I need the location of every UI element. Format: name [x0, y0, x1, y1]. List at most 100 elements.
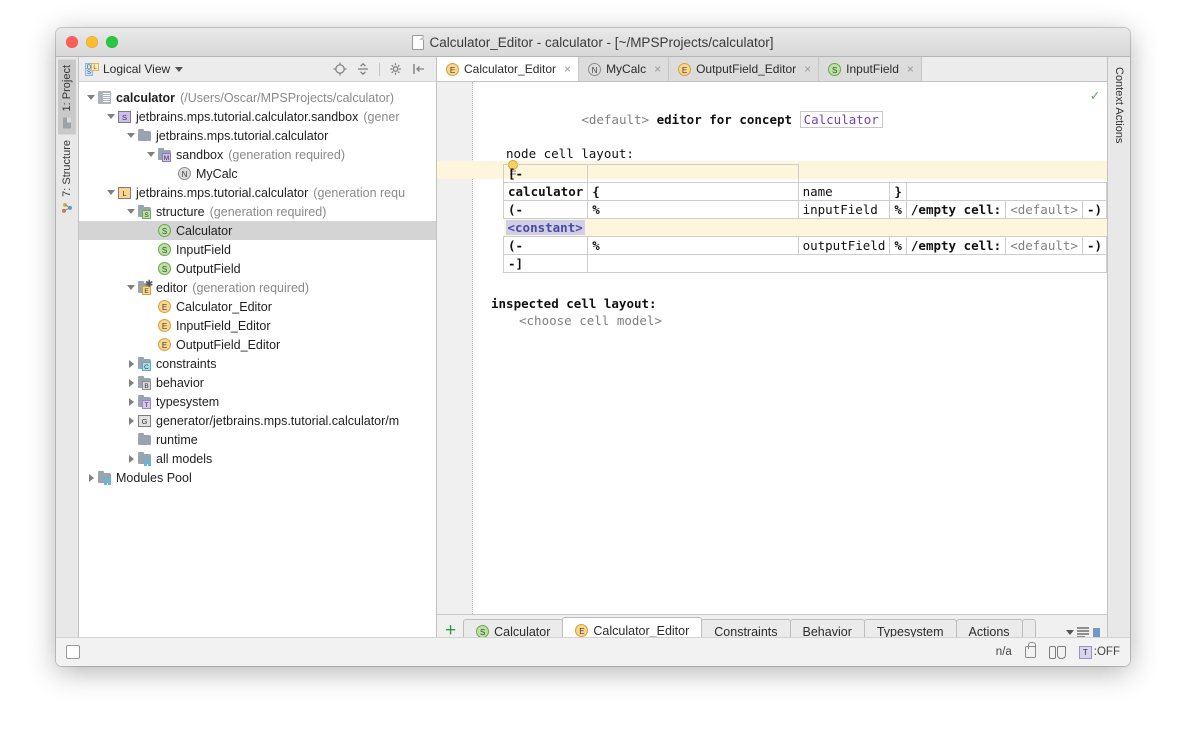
- chevron-right-icon[interactable]: [85, 468, 97, 487]
- output-paren-close-cell[interactable]: -): [1082, 237, 1106, 255]
- table-row[interactable]: [-: [504, 165, 1107, 183]
- chevron-down-icon[interactable]: [85, 88, 97, 107]
- minimize-window-button[interactable]: [86, 36, 98, 48]
- input-paren-open-cell[interactable]: (-: [504, 201, 588, 219]
- close-icon[interactable]: ×: [804, 62, 811, 76]
- input-pct-close-cell[interactable]: %: [890, 201, 907, 219]
- empty-box-icon[interactable]: [66, 645, 80, 659]
- tree-item-calculator-editor[interactable]: ECalculator_Editor: [79, 297, 436, 316]
- tree-item-behavior[interactable]: Bbehavior: [79, 373, 436, 392]
- tree-item-label: OutputField_Editor: [176, 338, 280, 352]
- tree-item-runtime[interactable]: runtime: [79, 430, 436, 449]
- hide-panel-icon[interactable]: [412, 62, 426, 76]
- open-bracket-cell[interactable]: [-: [504, 165, 588, 183]
- plug-icon[interactable]: [1049, 646, 1066, 659]
- tree-item-editor[interactable]: E✱editor(generation required): [79, 278, 436, 297]
- sidebar-tab-context-actions[interactable]: Context Actions: [1110, 61, 1128, 149]
- tree-item-inputfield-editor[interactable]: EInputField_Editor: [79, 316, 436, 335]
- tab-outputfield-editor[interactable]: EOutputField_Editor×: [669, 57, 819, 81]
- folder-s-icon: S: [137, 204, 152, 219]
- editor-content[interactable]: ✓ <default> editor for concept Calculato…: [473, 82, 1107, 614]
- view-chooser[interactable]: DSL Logical View: [85, 62, 183, 76]
- sidebar-tab-structure[interactable]: 7: Structure: [58, 134, 76, 220]
- tree-item-sandbox[interactable]: Msandbox(generation required): [79, 145, 436, 164]
- brace-open-cell[interactable]: {: [588, 183, 798, 201]
- output-pct-close-cell[interactable]: %: [890, 237, 907, 255]
- locate-icon[interactable]: [333, 62, 347, 76]
- chevron-right-icon[interactable]: [125, 373, 137, 392]
- input-empty-cell-label[interactable]: /empty cell:: [906, 201, 1005, 219]
- tree-item-structure[interactable]: Sstructure(generation required): [79, 202, 436, 221]
- chevron-right-icon[interactable]: [125, 411, 137, 430]
- output-pct-open-cell[interactable]: %: [588, 237, 798, 255]
- tree-item-mycalc[interactable]: NMyCalc: [79, 164, 436, 183]
- tab-inputfield[interactable]: SInputField×: [819, 57, 922, 81]
- table-row[interactable]: <constant>: [504, 219, 1107, 237]
- output-field-cell[interactable]: outputField: [798, 237, 890, 255]
- maximize-window-button[interactable]: [106, 36, 118, 48]
- constant-cell[interactable]: <constant>: [506, 220, 585, 235]
- close-bracket-cell[interactable]: -]: [504, 255, 588, 273]
- settings-gear-icon[interactable]: [389, 62, 403, 76]
- close-icon[interactable]: ×: [564, 62, 571, 76]
- chevron-right-icon[interactable]: [125, 354, 137, 373]
- tree-item-label: runtime: [156, 433, 198, 447]
- t-badge-icon: T: [1079, 646, 1092, 659]
- chevron-down-icon[interactable]: [105, 107, 117, 126]
- tree-item-modules-pool[interactable]: Modules Pool: [79, 468, 436, 487]
- tree-item-jetbrains-mps-tutorial-calculator[interactable]: Ljetbrains.mps.tutorial.calculator(gener…: [79, 183, 436, 202]
- tree-item-generator-jetbrains-mps-tutorial-calculator-m[interactable]: Ggenerator/jetbrains.mps.tutorial.calcul…: [79, 411, 436, 430]
- tree-arrow-placeholder: [165, 164, 177, 183]
- concept-name-cell[interactable]: Calculator: [800, 111, 883, 128]
- tree-item-inputfield[interactable]: SInputField: [79, 240, 436, 259]
- output-paren-open-cell[interactable]: (-: [504, 237, 588, 255]
- input-default-cell[interactable]: <default>: [1006, 201, 1083, 219]
- name-property-cell[interactable]: name: [798, 183, 890, 201]
- input-paren-close-cell[interactable]: -): [1082, 201, 1106, 219]
- model-m-icon: M: [157, 147, 172, 162]
- toggle-indicator[interactable]: T :OFF: [1079, 646, 1120, 659]
- brace-close-cell[interactable]: }: [890, 183, 907, 201]
- editor-pane[interactable]: ✓ <default> editor for concept Calculato…: [437, 82, 1107, 614]
- calculator-keyword-cell[interactable]: calculator: [504, 183, 588, 201]
- constant-cell-wrap[interactable]: <constant>: [504, 219, 1107, 237]
- tree-item-outputfield-editor[interactable]: EOutputField_Editor: [79, 335, 436, 354]
- close-icon[interactable]: ×: [654, 62, 661, 76]
- tree-item-jetbrains-mps-tutorial-calculator[interactable]: jetbrains.mps.tutorial.calculator: [79, 126, 436, 145]
- table-row[interactable]: calculator { name }: [504, 183, 1107, 201]
- chevron-right-icon[interactable]: [125, 392, 137, 411]
- sidebar-tab-project[interactable]: 1: Project: [58, 59, 76, 134]
- chevron-down-icon[interactable]: [1066, 630, 1074, 635]
- table-row[interactable]: (- % inputField % /empty cell: <default>…: [504, 201, 1107, 219]
- chevron-down-icon[interactable]: [125, 202, 137, 221]
- input-field-cell[interactable]: inputField: [798, 201, 890, 219]
- table-row[interactable]: (- % outputField % /empty cell: <default…: [504, 237, 1107, 255]
- tab-mycalc[interactable]: NMyCalc×: [579, 57, 669, 81]
- tree-item-typesystem[interactable]: Ttypesystem: [79, 392, 436, 411]
- close-window-button[interactable]: [66, 36, 78, 48]
- folder-e-star-icon: E✱: [137, 280, 152, 295]
- choose-cell-model-placeholder[interactable]: <choose cell model>: [519, 312, 1107, 329]
- input-pct-open-cell[interactable]: %: [588, 201, 798, 219]
- project-tree[interactable]: calculator(/Users/Oscar/MPSProjects/calc…: [79, 82, 436, 652]
- tree-item-jetbrains-mps-tutorial-calculator-sandbox[interactable]: Sjetbrains.mps.tutorial.calculator.sandb…: [79, 107, 436, 126]
- close-icon[interactable]: ×: [907, 62, 914, 76]
- chevron-down-icon[interactable]: [105, 183, 117, 202]
- window-controls[interactable]: [66, 36, 118, 48]
- cell-layout-grid[interactable]: [- calculator { name } (- %: [503, 164, 1107, 273]
- tree-item-constraints[interactable]: Cconstraints: [79, 354, 436, 373]
- lock-icon[interactable]: [1025, 646, 1036, 658]
- chevron-down-icon[interactable]: [145, 145, 157, 164]
- table-row[interactable]: -]: [504, 255, 1107, 273]
- chevron-down-icon[interactable]: [125, 278, 137, 297]
- tree-item-outputfield[interactable]: SOutputField: [79, 259, 436, 278]
- collapse-all-icon[interactable]: [356, 62, 370, 76]
- tab-calculator-editor[interactable]: ECalculator_Editor×: [437, 57, 579, 81]
- chevron-down-icon[interactable]: [125, 126, 137, 145]
- chevron-right-icon[interactable]: [125, 449, 137, 468]
- tree-item-all-models[interactable]: all models: [79, 449, 436, 468]
- tree-item-calculator[interactable]: calculator(/Users/Oscar/MPSProjects/calc…: [79, 88, 436, 107]
- tree-item-calculator[interactable]: SCalculator: [79, 221, 436, 240]
- output-default-cell[interactable]: <default>: [1006, 237, 1083, 255]
- output-empty-cell-label[interactable]: /empty cell:: [906, 237, 1005, 255]
